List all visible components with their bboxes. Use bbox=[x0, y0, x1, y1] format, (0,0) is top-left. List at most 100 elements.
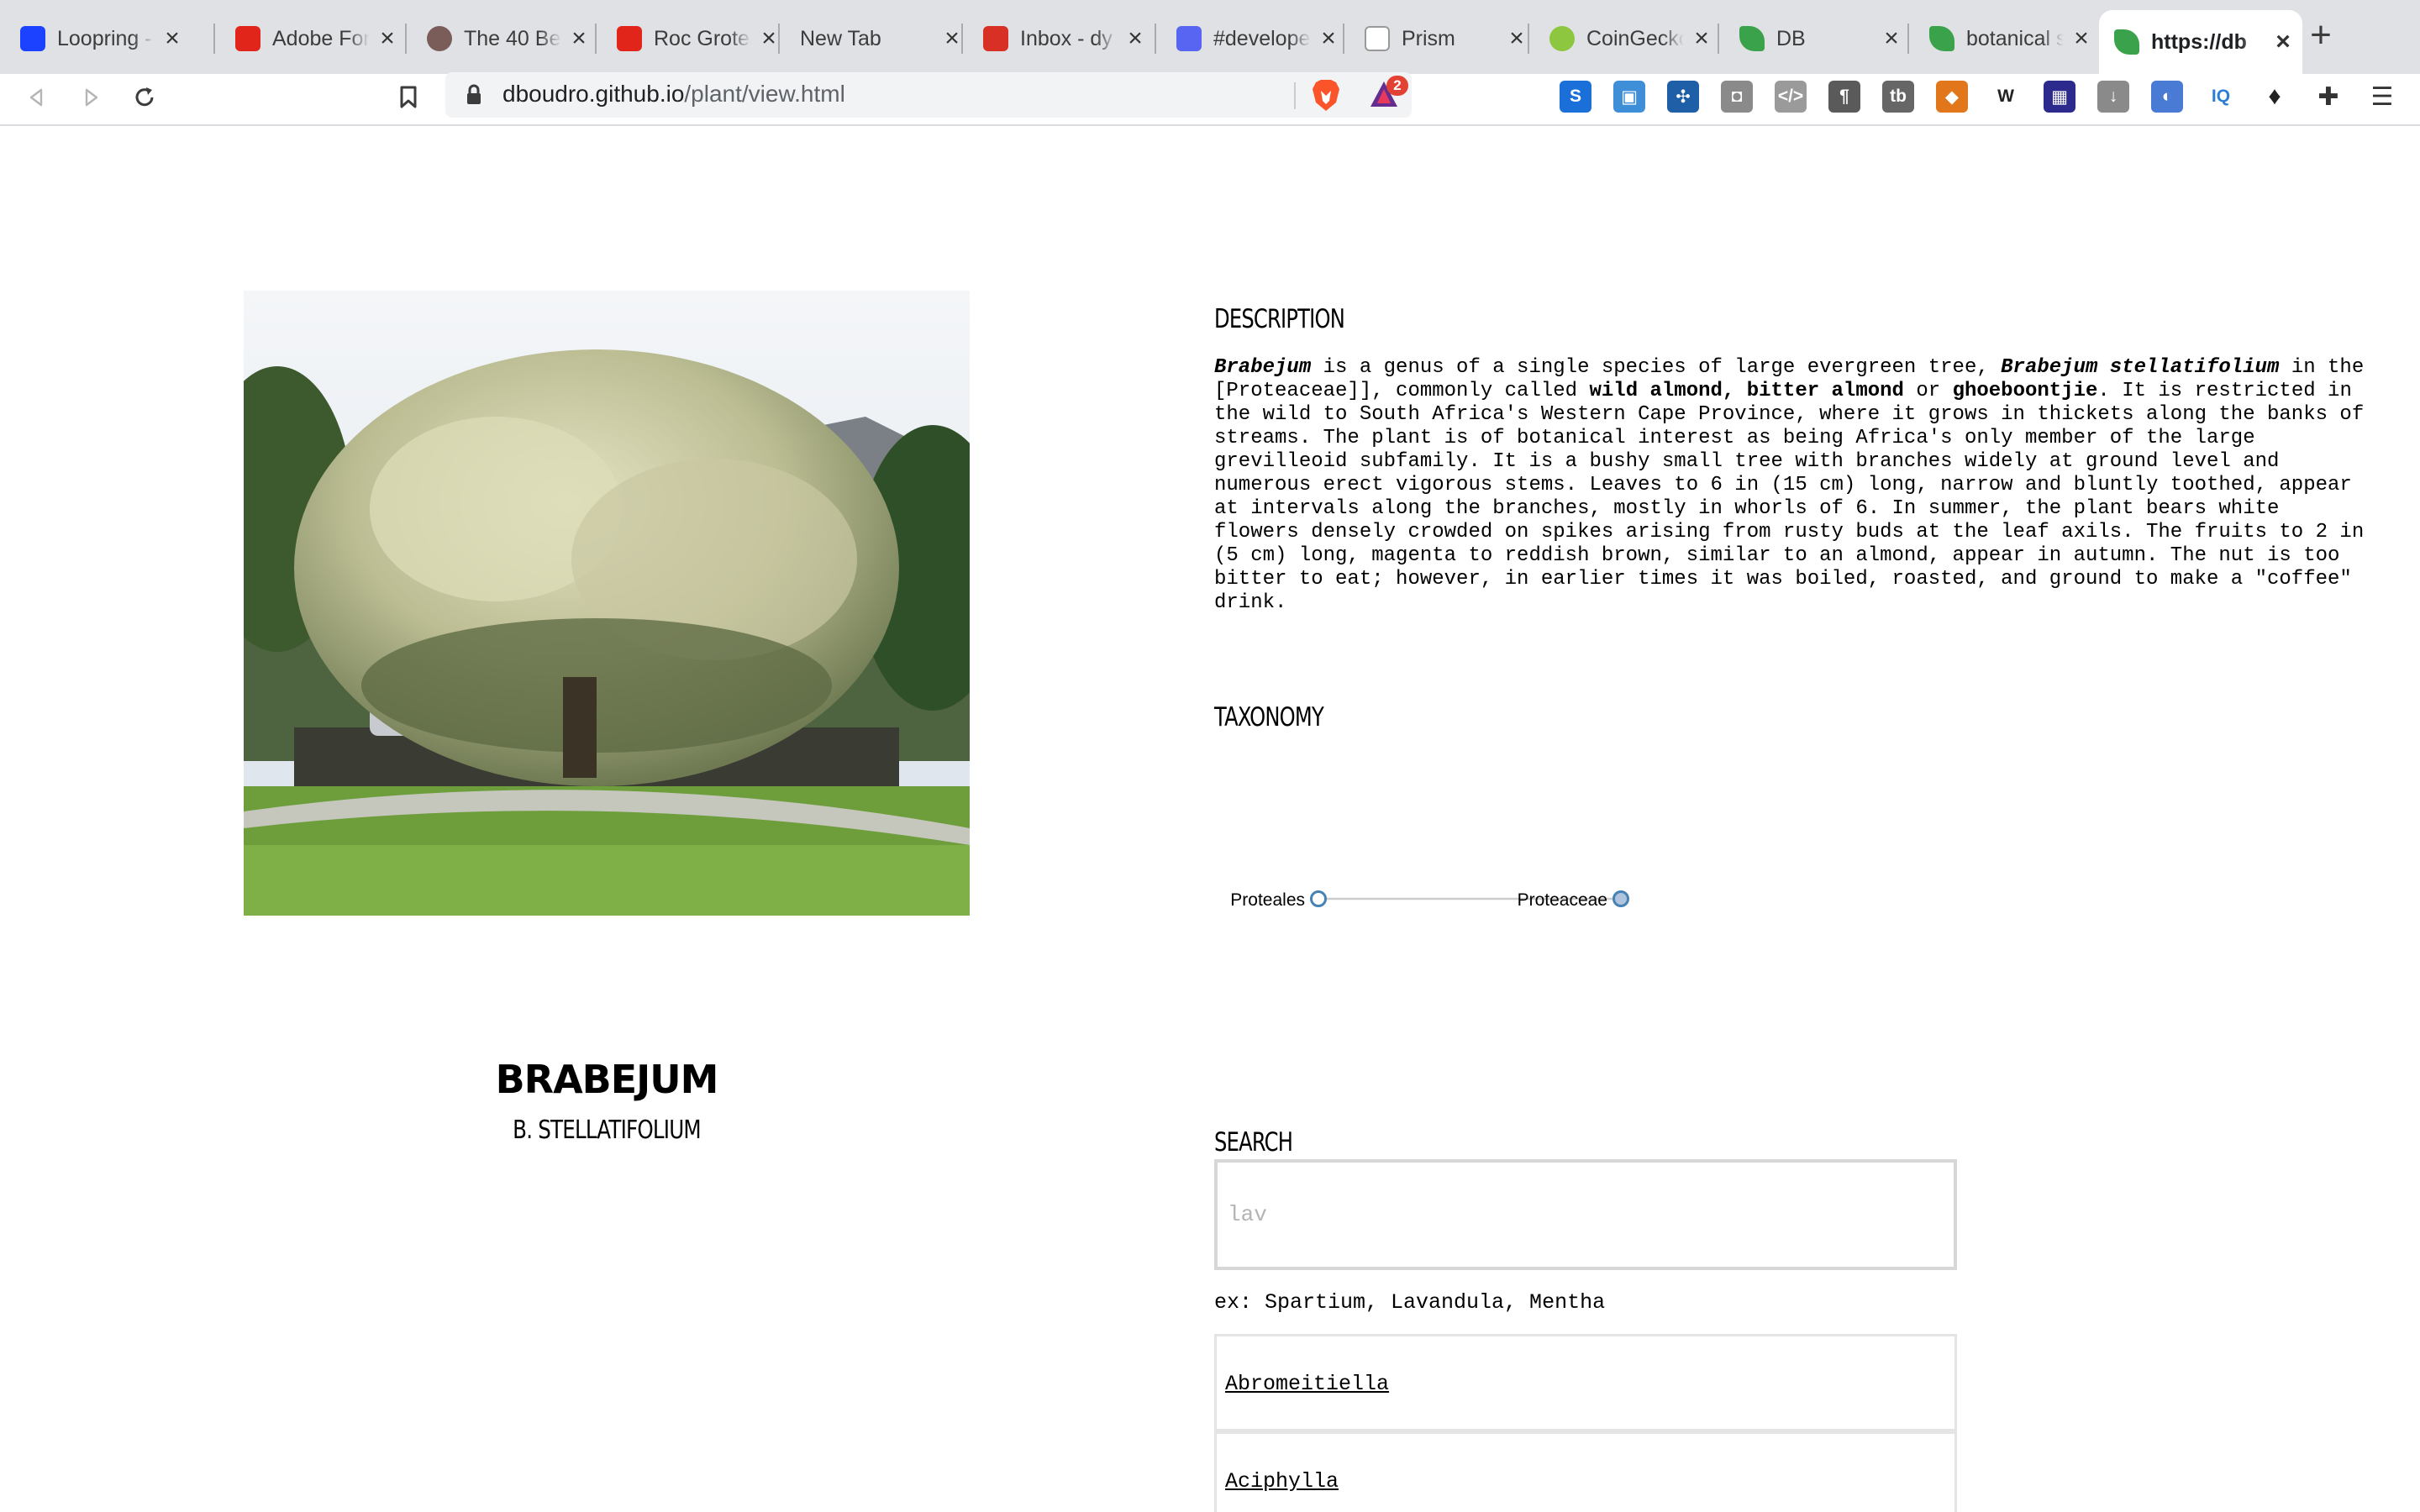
back-button[interactable] bbox=[17, 77, 57, 118]
search-hint: ex: Spartium, Lavandula, Mentha bbox=[1214, 1290, 1606, 1315]
search-result-link[interactable]: Aciphylla bbox=[1225, 1469, 1339, 1494]
description-text: Brabejum is a genus of a single species … bbox=[1214, 356, 2374, 615]
taxonomy-label: Proteales bbox=[1230, 890, 1305, 910]
tab-8[interactable]: CoinGecko × bbox=[1534, 12, 1721, 66]
search-heading: SEARCH bbox=[1214, 1127, 1293, 1158]
taxonomy-heading: TAXONOMY bbox=[1214, 702, 1324, 732]
tab-close-icon[interactable]: × bbox=[1123, 26, 1148, 51]
search-result-item: Abromeitiella bbox=[1214, 1334, 1957, 1431]
url-path: /plant/view.html bbox=[684, 81, 845, 107]
tab-close-icon[interactable]: × bbox=[2069, 26, 2094, 51]
tab-0[interactable]: Loopring - × bbox=[5, 12, 192, 66]
discord-icon bbox=[1176, 26, 1202, 51]
tab-4[interactable]: New Tab × bbox=[785, 12, 971, 66]
tab-separator bbox=[961, 24, 963, 54]
site-icon bbox=[427, 26, 452, 51]
image-extension-icon[interactable]: ▣ bbox=[1613, 81, 1645, 113]
wikipedia-icon[interactable]: W bbox=[1990, 81, 2022, 113]
tab-separator bbox=[405, 24, 407, 54]
code-extension-icon[interactable]: </> bbox=[1775, 81, 1807, 113]
iq-extension-icon[interactable]: IQ bbox=[2205, 81, 2237, 113]
tab-title: The 40 Best bbox=[464, 26, 561, 50]
compass-extension-icon[interactable]: ✣ bbox=[1667, 81, 1699, 113]
search-box[interactable] bbox=[1214, 1159, 1957, 1270]
puzzle-extensions-icon[interactable]: ✚ bbox=[2312, 81, 2344, 113]
plant-genus-title: BRABEJUM bbox=[495, 1057, 719, 1102]
tab-9[interactable]: DB × bbox=[1724, 12, 1911, 66]
tab-close-icon[interactable]: × bbox=[1316, 26, 1341, 51]
plant-species-subtitle: B. STELLATIFOLIUM bbox=[513, 1116, 701, 1145]
tab-5[interactable]: Inbox - dy × bbox=[968, 12, 1155, 66]
tab-title: CoinGecko bbox=[1586, 26, 1684, 50]
tab-close-icon[interactable]: × bbox=[1504, 26, 1529, 51]
download-extension-icon[interactable]: ↓ bbox=[2097, 81, 2129, 113]
tab-7[interactable]: Prism × bbox=[1349, 12, 1536, 66]
leaf-icon bbox=[1739, 26, 1765, 51]
address-divider bbox=[1294, 82, 1296, 109]
plant-photo bbox=[244, 291, 970, 916]
tab-title: Adobe Fonts bbox=[272, 26, 370, 50]
address-bar[interactable]: dboudro.github.io/plant/view.html bbox=[445, 72, 1412, 118]
description-heading: DESCRIPTION bbox=[1214, 304, 1345, 334]
ethereum-icon[interactable]: ♦ bbox=[2259, 81, 2291, 113]
paint-roller-icon[interactable]: ¶ bbox=[1828, 81, 1860, 113]
tab-title: New Tab bbox=[800, 26, 881, 50]
leaf-icon bbox=[2114, 29, 2139, 55]
tab-close-icon[interactable]: × bbox=[2270, 29, 2296, 55]
tb-extension-icon[interactable]: tb bbox=[1882, 81, 1914, 113]
reload-button[interactable] bbox=[124, 77, 165, 118]
metamask-icon[interactable]: ◆ bbox=[1936, 81, 1968, 113]
tab-6[interactable]: #developers× bbox=[1161, 12, 1348, 66]
tab-separator bbox=[1718, 24, 1719, 54]
tab-3[interactable]: Roc Grotesk× bbox=[602, 12, 788, 66]
tab-close-icon[interactable]: × bbox=[1689, 26, 1714, 51]
taxonomy-node[interactable] bbox=[1310, 890, 1327, 907]
address-url[interactable]: dboudro.github.io/plant/view.html bbox=[502, 81, 845, 108]
tab-title: botanical s bbox=[1966, 26, 2064, 50]
tab-10[interactable]: botanical s × bbox=[1914, 12, 2101, 66]
loopring-icon bbox=[20, 26, 45, 51]
tab-title: Loopring - bbox=[57, 26, 152, 50]
menu-icon[interactable]: ☰ bbox=[2366, 81, 2398, 113]
taxonomy-label: Proteaceae bbox=[1518, 890, 1607, 910]
tab-separator bbox=[1343, 24, 1344, 54]
tab-title: #developers bbox=[1213, 26, 1311, 50]
screen-extension-icon[interactable]: ◘ bbox=[1721, 81, 1753, 113]
tab-separator bbox=[595, 24, 597, 54]
taxonomy-node[interactable] bbox=[1612, 890, 1629, 907]
tab-close-icon[interactable]: × bbox=[1879, 26, 1904, 51]
tab-separator bbox=[1155, 24, 1156, 54]
forward-arrow-icon bbox=[85, 88, 98, 107]
lock-icon bbox=[467, 84, 481, 104]
search-result-link[interactable]: Abromeitiella bbox=[1225, 1372, 1389, 1396]
description-fragment: Brabejum bbox=[1214, 356, 1312, 379]
coingecko-icon bbox=[1549, 26, 1575, 51]
rewards-badge: 2 bbox=[1386, 76, 1408, 96]
tab-separator bbox=[1907, 24, 1909, 54]
taxonomy-tree: Proteales Proteaceae bbox=[1230, 890, 1629, 910]
prism-icon bbox=[1365, 26, 1390, 51]
forward-button[interactable] bbox=[71, 77, 111, 118]
orbit-extension-icon[interactable]: ◐ bbox=[2151, 81, 2183, 113]
description-fragment: is a genus of a single species of large … bbox=[1311, 356, 2002, 379]
tab-close-icon[interactable]: × bbox=[375, 26, 400, 51]
description-fragment: wild almond, bitter almond bbox=[1589, 380, 1904, 402]
tab-11[interactable]: https://db × bbox=[2099, 10, 2302, 74]
brave-shields-icon[interactable] bbox=[1311, 79, 1341, 113]
grid-extension-icon[interactable]: ▦ bbox=[2044, 81, 2075, 113]
bookmark-button[interactable] bbox=[388, 77, 429, 118]
search-input[interactable] bbox=[1218, 1163, 1954, 1267]
s-extension-icon[interactable]: S bbox=[1560, 81, 1591, 113]
tab-separator bbox=[1528, 24, 1529, 54]
reload-icon bbox=[135, 87, 154, 107]
adobe-icon bbox=[235, 26, 260, 51]
tree-image bbox=[244, 291, 970, 916]
tab-close-icon[interactable]: × bbox=[160, 26, 185, 51]
description-fragment: Brabejum stellatifolium bbox=[2001, 356, 2280, 379]
tab-close-icon[interactable]: × bbox=[566, 26, 592, 51]
tab-2[interactable]: The 40 Best× bbox=[412, 12, 598, 66]
tab-1[interactable]: Adobe Fonts× bbox=[220, 12, 407, 66]
tab-title: Prism bbox=[1402, 26, 1455, 50]
new-tab-button[interactable]: + bbox=[2302, 17, 2339, 55]
tab-separator bbox=[778, 24, 780, 54]
